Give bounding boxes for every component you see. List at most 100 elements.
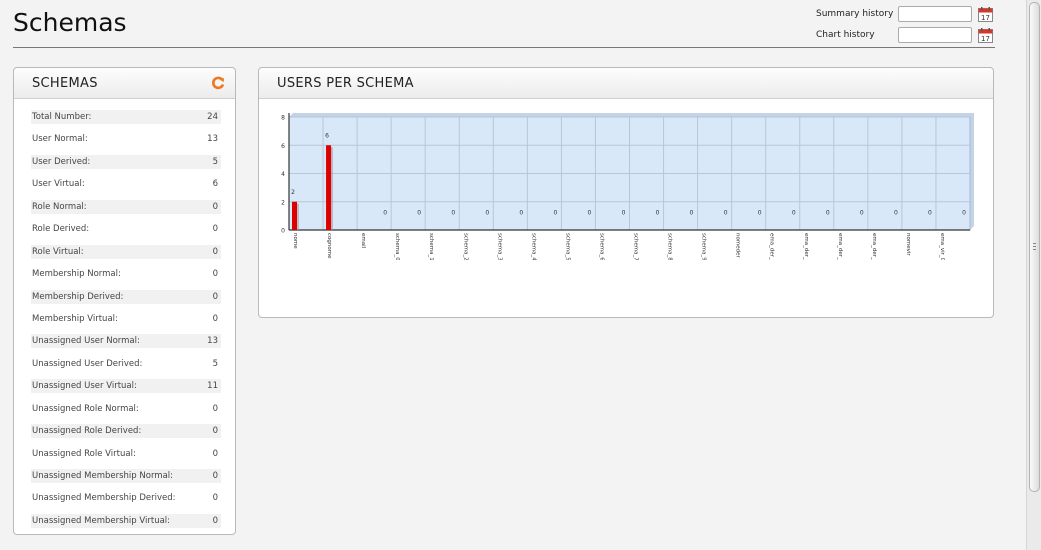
y-tick-label: 8 [281, 115, 285, 122]
calendar-icon[interactable]: 17 [978, 27, 993, 43]
category-label: ema_der_1 [803, 233, 809, 260]
stat-label: Unassigned Role Derived: [32, 426, 142, 437]
users-per-schema-panel: USERS PER SCHEMA 0 2 4 6 8 2 nome 6 cognome 0 emai… [258, 67, 994, 318]
stat-label: User Derived: [32, 156, 91, 167]
category-label: schema_5 [564, 233, 570, 260]
vertical-scrollbar[interactable] [1026, 0, 1041, 550]
data-label: 0 [451, 209, 455, 216]
category-label: cognome [326, 233, 332, 259]
stat-label: Unassigned Role Virtual: [32, 448, 136, 459]
chart-history-input[interactable] [898, 27, 972, 43]
data-label: 6 [325, 132, 329, 139]
page-title: Schemas [13, 8, 127, 37]
stat-label: Total Number: [32, 112, 92, 122]
users-per-schema-chart: 0 2 4 6 8 2 nome 6 cognome 0 email 0 schema_0 0 schema… [281, 113, 974, 260]
stat-row: Role Derived: 0 [31, 222, 221, 236]
chart-history-label: Chart history [816, 30, 875, 40]
stat-label: Unassigned Membership Virtual: [32, 515, 171, 526]
category-label: schema_3 [496, 233, 502, 260]
data-label: 0 [622, 209, 626, 216]
stat-value: 0 [212, 403, 218, 414]
category-label: schema_8 [667, 233, 673, 260]
data-label: 0 [519, 209, 523, 216]
data-label: 0 [962, 209, 966, 216]
data-label: 0 [894, 209, 898, 216]
category-label: schema_4 [530, 233, 536, 260]
refresh-icon[interactable] [211, 76, 225, 90]
users-panel-header: USERS PER SCHEMA [259, 68, 993, 99]
stat-label: Unassigned User Normal: [32, 336, 140, 347]
data-label: 0 [860, 209, 864, 216]
scrollbar-thumb[interactable] [1029, 2, 1040, 492]
data-label: 0 [758, 209, 762, 216]
stat-row: Unassigned Role Derived: 0 [31, 424, 221, 439]
stat-label: Unassigned Membership Normal: [32, 471, 174, 481]
stat-label: Unassigned User Derived: [32, 358, 143, 369]
schemas-panel-header: SCHEMAS [14, 68, 235, 99]
stat-row: Unassigned Membership Virtual: 0 [31, 513, 221, 528]
users-panel-title: USERS PER SCHEMA [277, 75, 414, 91]
stat-label: Membership Derived: [32, 291, 124, 302]
y-tick-label: 6 [281, 143, 285, 150]
stat-value: 0 [212, 313, 218, 324]
bar [326, 145, 332, 230]
stat-row: Unassigned User Derived: 5 [31, 357, 221, 371]
stat-label: Unassigned Membership Derived: [32, 493, 176, 504]
chart-history-row: Chart history 17 [816, 27, 993, 43]
data-label: 0 [656, 209, 660, 216]
summary-history-input[interactable] [898, 6, 972, 22]
stat-value: 0 [212, 515, 218, 526]
stat-value: 0 [212, 493, 218, 504]
stat-value: 11 [207, 381, 218, 392]
data-label: 0 [553, 209, 557, 216]
category-label: schema_6 [598, 233, 604, 260]
data-label: 0 [383, 209, 387, 216]
data-label: 0 [928, 209, 932, 216]
data-label: 0 [417, 209, 421, 216]
category-label: nomevir [905, 233, 911, 256]
stat-label: Role Virtual: [32, 246, 84, 257]
stat-row: Unassigned User Normal: 13 [31, 334, 221, 349]
stat-value: 5 [212, 156, 218, 167]
stat-row: User Derived: 5 [31, 154, 221, 169]
stat-row: Unassigned Role Normal: 0 [31, 402, 221, 416]
stat-label: Membership Normal: [32, 269, 121, 280]
stat-value: 6 [212, 179, 218, 190]
title-divider [13, 47, 995, 48]
category-label: email [360, 233, 366, 249]
stat-label: Membership Virtual: [32, 313, 118, 324]
stat-row: User Virtual: 6 [31, 177, 221, 191]
data-label: 0 [690, 209, 694, 216]
stat-value: 0 [212, 426, 218, 437]
bar [292, 201, 297, 230]
stat-row: Unassigned Membership Normal: 0 [31, 469, 221, 483]
stat-row: Role Normal: 0 [31, 199, 221, 214]
schemas-stats-list: Total Number: 24 User Normal: 13 User Derive… [31, 110, 221, 536]
category-label: nomeder [735, 233, 741, 258]
stat-value: 0 [212, 471, 218, 481]
calendar-icon[interactable]: 17 [978, 6, 993, 22]
stat-row: Membership Derived: 0 [31, 289, 221, 304]
category-label: ema_vir_0 [939, 233, 945, 260]
stat-value: 0 [212, 246, 218, 257]
category-label: schema_2 [462, 233, 468, 260]
stat-value: 13 [207, 336, 218, 347]
y-tick-label: 0 [281, 228, 285, 235]
stat-label: Role Derived: [32, 224, 90, 235]
stat-label: Role Normal: [32, 201, 87, 212]
stat-label: User Normal: [32, 134, 88, 145]
stat-row: User Normal: 13 [31, 132, 221, 146]
category-label: nome [292, 233, 298, 249]
category-label: schema_7 [633, 233, 639, 260]
stat-value: 0 [212, 448, 218, 459]
stat-row: Unassigned User Virtual: 11 [31, 379, 221, 394]
category-label: schema_9 [701, 233, 707, 260]
stat-row: Role Virtual: 0 [31, 244, 221, 259]
y-tick-label: 2 [281, 199, 285, 206]
stat-value: 13 [207, 134, 218, 145]
stat-value: 0 [212, 269, 218, 280]
stat-row: Membership Virtual: 0 [31, 312, 221, 326]
data-label: 2 [291, 189, 295, 196]
category-label: ema_der_0 [769, 233, 775, 260]
stat-row: Unassigned Role Virtual: 0 [31, 447, 221, 461]
